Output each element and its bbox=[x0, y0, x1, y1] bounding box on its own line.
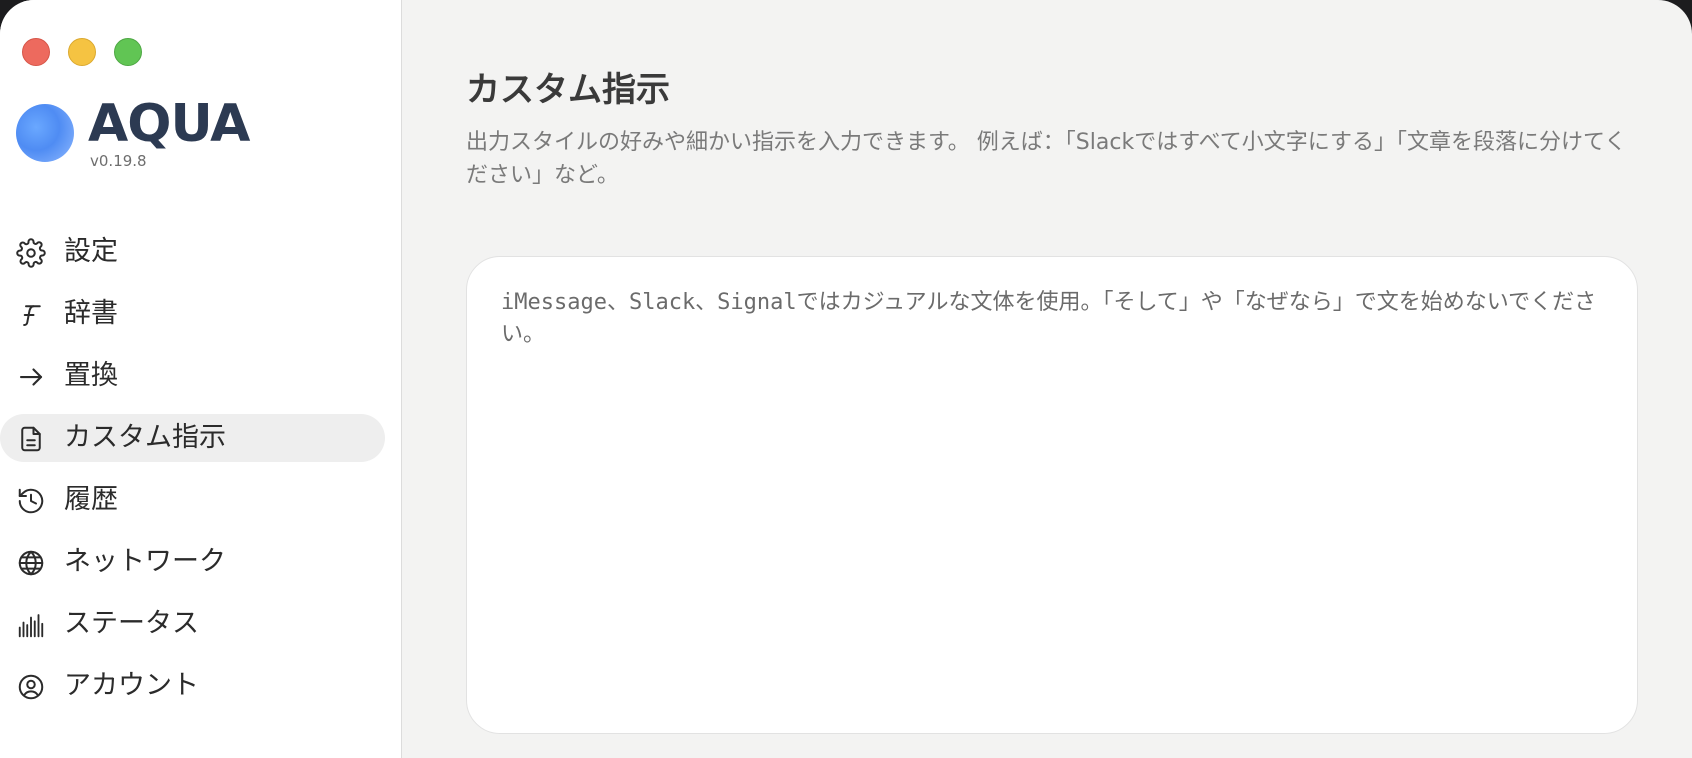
history-icon bbox=[16, 486, 46, 516]
globe-icon bbox=[16, 548, 46, 578]
sidebar-item-label: 辞書 bbox=[64, 298, 118, 329]
sidebar-item-history[interactable]: 履歴 bbox=[0, 476, 385, 524]
sidebar-item-label: 履歴 bbox=[64, 484, 118, 515]
sidebar-item-label: ネットワーク bbox=[64, 546, 226, 577]
app-logo-icon bbox=[16, 104, 74, 162]
sidebar-item-label: 設定 bbox=[64, 236, 118, 267]
minimize-window-button[interactable] bbox=[68, 38, 96, 66]
custom-instructions-text[interactable]: iMessage、Slack、Signalではカジュアルな文体を使用。「そして」… bbox=[501, 287, 1601, 351]
sidebar-item-settings[interactable]: 設定 bbox=[0, 228, 385, 276]
script-f-icon bbox=[16, 300, 46, 330]
sidebar-item-label: アカウント bbox=[64, 670, 199, 701]
sidebar-item-account[interactable]: アカウント bbox=[0, 662, 385, 710]
arrow-right-icon bbox=[16, 362, 46, 392]
app-window: AQUA v0.19.8 設定 辞書 置換 カスタム指示 履歴 ネットワーク ス… bbox=[0, 0, 1692, 758]
sidebar-item-label: 置換 bbox=[64, 360, 118, 391]
app-version: v0.19.8 bbox=[90, 152, 147, 170]
custom-instructions-textarea[interactable]: iMessage、Slack、Signalではカジュアルな文体を使用。「そして」… bbox=[466, 256, 1638, 734]
app-name: AQUA bbox=[88, 94, 250, 154]
sidebar: AQUA v0.19.8 設定 辞書 置換 カスタム指示 履歴 ネットワーク ス… bbox=[0, 0, 402, 758]
document-icon bbox=[16, 424, 46, 454]
sidebar-item-custom-instructions[interactable]: カスタム指示 bbox=[0, 414, 385, 462]
close-window-button[interactable] bbox=[22, 38, 50, 66]
sidebar-item-network[interactable]: ネットワーク bbox=[0, 538, 385, 586]
sidebar-item-label: カスタム指示 bbox=[64, 422, 226, 453]
sidebar-item-replace[interactable]: 置換 bbox=[0, 352, 385, 400]
sidebar-item-status[interactable]: ステータス bbox=[0, 600, 385, 648]
user-circle-icon bbox=[16, 672, 46, 702]
zoom-window-button[interactable] bbox=[114, 38, 142, 66]
sidebar-item-dictionary[interactable]: 辞書 bbox=[0, 290, 385, 338]
gear-icon bbox=[16, 238, 46, 268]
sidebar-item-label: ステータス bbox=[64, 608, 199, 639]
page-description: 出力スタイルの好みや細かい指示を入力できます。 例えば：「Slackではすべて小… bbox=[466, 130, 1627, 188]
bars-icon bbox=[16, 610, 46, 640]
page-title: カスタム指示 bbox=[466, 70, 670, 110]
